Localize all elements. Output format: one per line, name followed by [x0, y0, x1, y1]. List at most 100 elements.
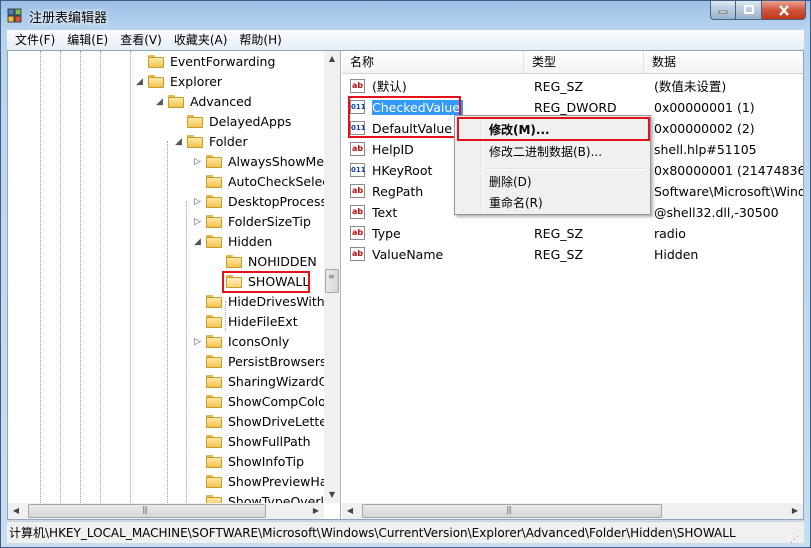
- main-area: EventForwarding ◢ Explorer ◢ Advanced Delayed…: [7, 50, 804, 520]
- tree-item-label: HideDrivesWithN: [228, 294, 324, 309]
- tree-item-label: HideFileExt: [228, 314, 298, 329]
- minimize-button[interactable]: [710, 1, 736, 20]
- tree-item[interactable]: ShowDriveLetter: [8, 412, 324, 432]
- tree-item-label: FolderSizeTip: [228, 214, 311, 229]
- registry-tree-pane: EventForwarding ◢ Explorer ◢ Advanced Delayed…: [8, 51, 341, 519]
- tree-item[interactable]: AutoCheckSelect: [8, 172, 324, 192]
- tree-vertical-scrollbar[interactable]: ▲ ≡ ▼: [324, 51, 340, 503]
- expand-arrow-icon[interactable]: ▷: [194, 158, 202, 167]
- value-data: Hidden: [654, 247, 699, 262]
- tree-item[interactable]: ▷ AlwaysShowMen: [8, 152, 324, 172]
- folder-icon: [206, 435, 222, 448]
- folder-icon: [206, 195, 222, 208]
- expand-arrow-icon[interactable]: ▷: [194, 218, 202, 227]
- value-name-cell: ValueName: [372, 244, 522, 265]
- value-type: REG_SZ: [534, 79, 584, 94]
- tree-item-label: EventForwarding: [170, 54, 276, 69]
- column-header-name[interactable]: 名称: [342, 51, 524, 73]
- value-row[interactable]: ab (默认) REG_SZ (数值未设置): [342, 76, 803, 97]
- resize-grip-icon[interactable]: ⋰: [790, 529, 802, 543]
- tree-item-label: AlwaysShowMen: [228, 154, 324, 169]
- tree-item-label: ShowFullPath: [228, 434, 311, 449]
- menu-favorites[interactable]: 收藏夹(A): [168, 30, 234, 50]
- menu-help[interactable]: 帮助(H): [233, 30, 287, 50]
- collapse-arrow-icon[interactable]: ◢: [194, 238, 202, 247]
- tree-item[interactable]: PersistBrowsers: [8, 352, 324, 372]
- tree-item[interactable]: HideFileExt: [8, 312, 324, 332]
- list-header: 名称 类型 数据: [342, 51, 803, 74]
- registry-tree: EventForwarding ◢ Explorer ◢ Advanced Delayed…: [8, 51, 324, 503]
- folder-icon: [206, 235, 222, 248]
- tree-item[interactable]: ShowPreviewHar: [8, 472, 324, 492]
- scroll-up-arrow-icon[interactable]: ▲: [324, 51, 340, 67]
- collapse-arrow-icon[interactable]: ◢: [156, 98, 164, 107]
- scroll-left-arrow-icon[interactable]: ◀: [342, 503, 358, 519]
- folder-icon: [187, 115, 203, 128]
- regedit-icon: [7, 8, 22, 23]
- expand-arrow-icon[interactable]: ▷: [194, 338, 202, 347]
- tree-horizontal-scrollbar[interactable]: ◀ ||| ▶: [8, 503, 324, 519]
- collapse-arrow-icon[interactable]: ◢: [175, 138, 183, 147]
- menu-file[interactable]: 文件(F): [7, 30, 61, 50]
- context-modify-binary[interactable]: 修改二进制数据(B)...: [457, 141, 648, 163]
- tree-item-label: ShowCompColor: [228, 394, 324, 409]
- ab-icon: ab: [350, 226, 365, 240]
- status-path: 计算机\HKEY_LOCAL_MACHINE\SOFTWARE\Microsof…: [9, 526, 736, 540]
- tree-item[interactable]: NOHIDDEN: [8, 252, 324, 272]
- folder-icon: [206, 395, 222, 408]
- tree-item-label: DelayedApps: [209, 114, 292, 129]
- menu-view[interactable]: 查看(V): [114, 30, 168, 50]
- scroll-left-arrow-icon[interactable]: ◀: [8, 503, 24, 519]
- title-bar[interactable]: 注册表编辑器: [1, 1, 810, 29]
- column-header-type[interactable]: 类型: [524, 51, 644, 73]
- value-name-cell: (默认): [372, 76, 522, 97]
- tree-item[interactable]: ShowCompColor: [8, 392, 324, 412]
- tree-item[interactable]: ◢ Explorer: [8, 72, 324, 92]
- value-row[interactable]: ab ValueName REG_SZ Hidden: [342, 244, 803, 265]
- tree-item[interactable]: ShowInfoTip: [8, 452, 324, 472]
- tree-item-label: Folder: [209, 134, 248, 149]
- maximize-icon: [743, 5, 754, 14]
- tree-item[interactable]: ShowTypeOverla: [8, 492, 324, 503]
- folder-icon: [206, 355, 222, 368]
- tree-item[interactable]: ▷ FolderSizeTip: [8, 212, 324, 232]
- values-horizontal-scrollbar[interactable]: ◀ ||| ▶: [342, 503, 803, 519]
- menu-edit[interactable]: 编辑(E): [61, 30, 114, 50]
- ab-icon: ab: [350, 79, 365, 93]
- tree-item[interactable]: ◢ Advanced: [8, 92, 324, 112]
- context-delete[interactable]: 删除(D): [457, 171, 648, 193]
- folder-icon: [206, 375, 222, 388]
- tree-item[interactable]: SharingWizardO: [8, 372, 324, 392]
- context-rename[interactable]: 重命名(R): [457, 192, 648, 214]
- maximize-button[interactable]: [736, 1, 762, 20]
- window-title: 注册表编辑器: [29, 11, 108, 26]
- tree-item[interactable]: ▷ IconsOnly: [8, 332, 324, 352]
- value-data: radio: [654, 226, 686, 241]
- tree-item[interactable]: EventForwarding: [8, 52, 324, 72]
- folder-icon: [206, 475, 222, 488]
- value-data: 0x00000001 (1): [654, 100, 755, 115]
- values-hscroll-thumb[interactable]: [362, 504, 662, 518]
- status-bar: 计算机\HKEY_LOCAL_MACHINE\SOFTWARE\Microsof…: [7, 521, 804, 543]
- value-name: HKeyRoot: [372, 163, 433, 178]
- value-data: @shell32.dll,-30500: [654, 205, 779, 220]
- close-icon: [778, 4, 789, 16]
- close-button[interactable]: [762, 1, 806, 20]
- scroll-down-arrow-icon[interactable]: ▼: [324, 487, 340, 503]
- tree-item[interactable]: DelayedApps: [8, 112, 324, 132]
- column-header-data[interactable]: 数据: [644, 51, 803, 73]
- value-name: (默认): [372, 79, 407, 94]
- scroll-right-arrow-icon[interactable]: ▶: [787, 503, 803, 519]
- tree-item[interactable]: ▷ DesktopProcess: [8, 192, 324, 212]
- tree-item[interactable]: ◢ Folder: [8, 132, 324, 152]
- expand-arrow-icon[interactable]: ▷: [194, 198, 202, 207]
- collapse-arrow-icon[interactable]: ◢: [136, 78, 144, 87]
- tree-item[interactable]: ◢ Hidden: [8, 232, 324, 252]
- folder-icon: [226, 255, 242, 268]
- tree-item[interactable]: ShowFullPath: [8, 432, 324, 452]
- scroll-right-arrow-icon[interactable]: ▶: [308, 503, 324, 519]
- ab-icon: ab: [350, 247, 365, 261]
- folder-icon: [187, 135, 203, 148]
- value-row[interactable]: ab Type REG_SZ radio: [342, 223, 803, 244]
- tree-item[interactable]: HideDrivesWithN: [8, 292, 324, 312]
